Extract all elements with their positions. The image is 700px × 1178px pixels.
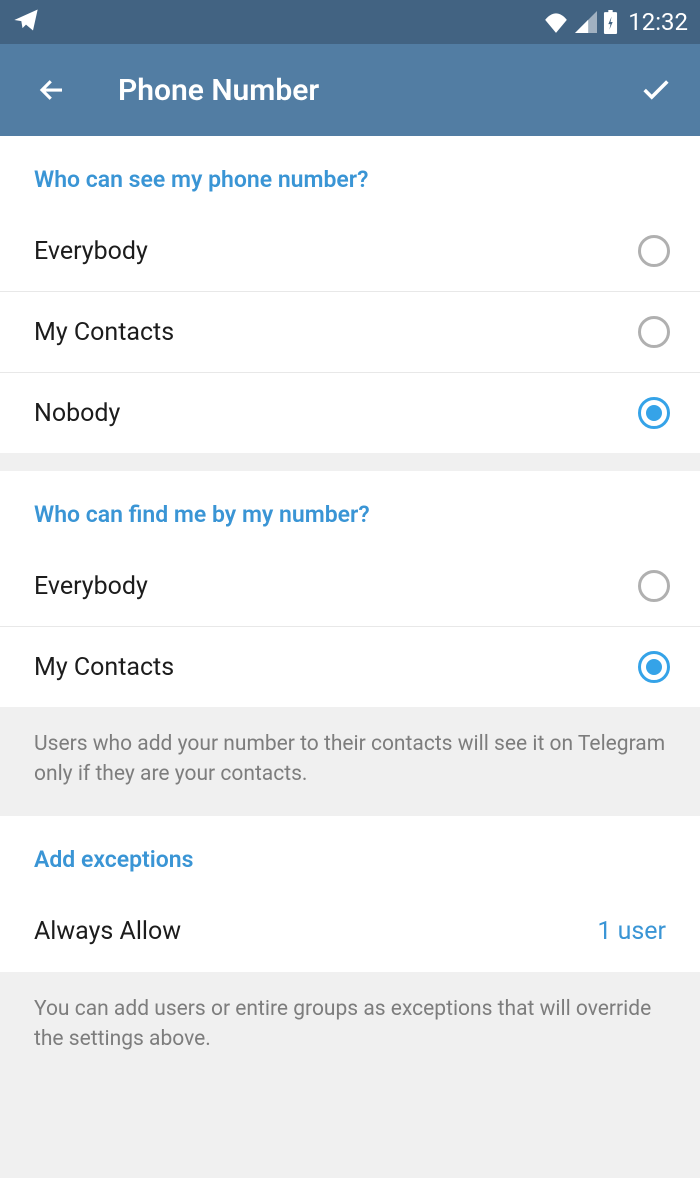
radio-label: Everybody	[34, 237, 638, 266]
app-bar: Phone Number	[0, 44, 700, 136]
arrow-left-icon	[37, 75, 67, 105]
section-header: Add exceptions	[0, 816, 700, 891]
telegram-icon	[12, 6, 40, 34]
radio-option-my-contacts[interactable]: My Contacts	[0, 292, 700, 373]
status-bar: 12:32	[0, 0, 700, 44]
radio-indicator	[638, 570, 670, 602]
confirm-button[interactable]	[632, 66, 680, 114]
radio-option-everybody[interactable]: Everybody	[0, 211, 700, 292]
exception-label: Always Allow	[34, 917, 597, 946]
radio-option-everybody[interactable]: Everybody	[0, 546, 700, 627]
section-see-number: Who can see my phone number? Everybody M…	[0, 136, 700, 453]
section-footer: You can add users or entire groups as ex…	[0, 972, 700, 1081]
radio-label: Everybody	[34, 572, 638, 601]
page-title: Phone Number	[118, 73, 632, 108]
section-divider	[0, 453, 700, 471]
exception-always-allow[interactable]: Always Allow 1 user	[0, 891, 700, 972]
wifi-icon	[543, 11, 569, 33]
radio-indicator	[638, 651, 670, 683]
check-icon	[639, 73, 673, 107]
status-time: 12:32	[628, 8, 688, 36]
radio-indicator	[638, 316, 670, 348]
radio-indicator	[638, 235, 670, 267]
battery-charging-icon	[603, 10, 618, 34]
radio-option-my-contacts[interactable]: My Contacts	[0, 627, 700, 707]
bottom-area	[0, 1068, 700, 1178]
section-footer: Users who add your number to their conta…	[0, 707, 700, 816]
section-find-number: Who can find me by my number? Everybody …	[0, 471, 700, 707]
radio-label: My Contacts	[34, 653, 638, 682]
radio-indicator	[638, 397, 670, 429]
radio-option-nobody[interactable]: Nobody	[0, 373, 700, 453]
section-exceptions: Add exceptions Always Allow 1 user	[0, 816, 700, 972]
cellular-icon	[575, 11, 597, 33]
radio-label: Nobody	[34, 399, 638, 428]
section-header: Who can see my phone number?	[0, 136, 700, 211]
section-header: Who can find me by my number?	[0, 471, 700, 546]
back-button[interactable]	[28, 66, 76, 114]
exception-value: 1 user	[597, 917, 666, 946]
radio-label: My Contacts	[34, 318, 638, 347]
